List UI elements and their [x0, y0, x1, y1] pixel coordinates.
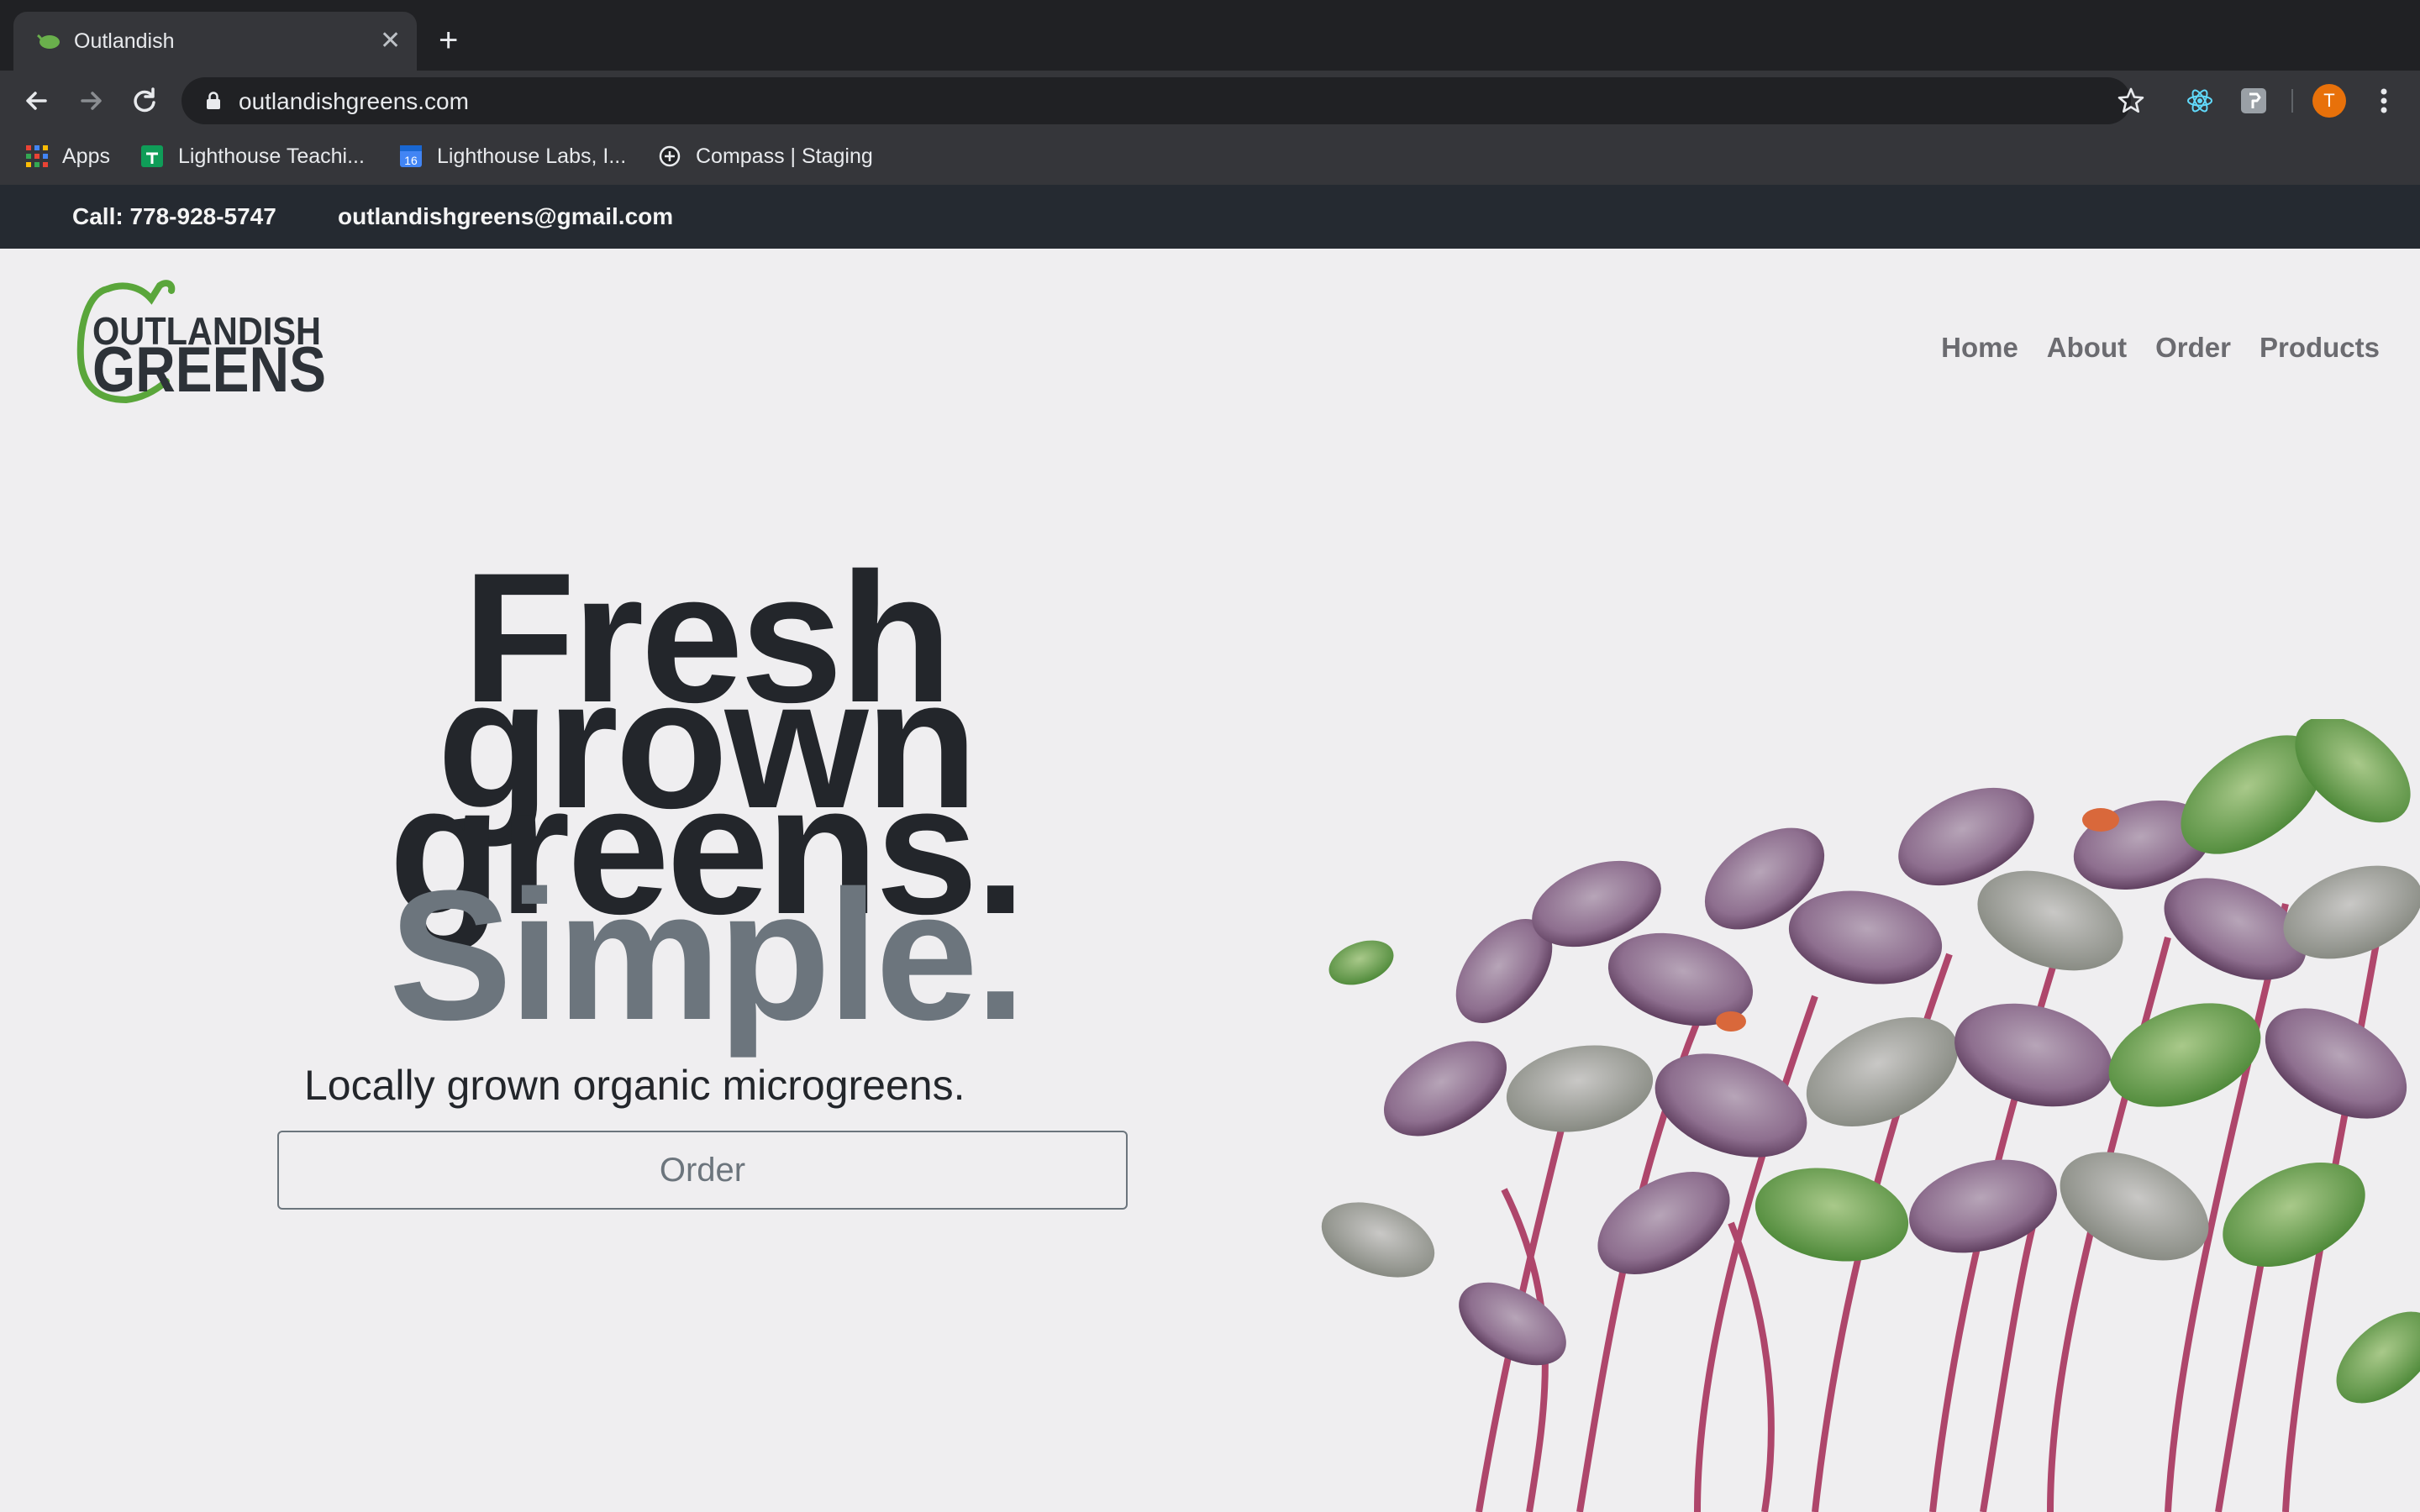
extension-icon[interactable]	[2238, 86, 2269, 116]
contact-bar: Call: 778-928-5747 outlandishgreens@gmai…	[0, 185, 2420, 249]
back-arrow-icon[interactable]	[20, 84, 54, 118]
new-tab-button[interactable]: +	[439, 24, 458, 57]
bookmark-label: Lighthouse Teachi...	[178, 144, 365, 168]
bookmark-label: Compass | Staging	[696, 144, 873, 168]
email-link[interactable]: outlandishgreens@gmail.com	[338, 203, 673, 230]
order-button[interactable]: Order	[277, 1131, 1128, 1210]
forward-arrow-icon[interactable]	[74, 84, 108, 118]
nav-order[interactable]: Order	[2155, 331, 2231, 365]
browser-toolbar: outlandishgreens.com T	[0, 71, 2420, 131]
bookmark-lighthouse-teaching[interactable]: Lighthouse Teachi...	[139, 139, 365, 173]
logo-line-2: GREENS	[92, 334, 326, 406]
nav-products[interactable]: Products	[2260, 331, 2380, 365]
bookmark-apps[interactable]: Apps	[25, 139, 110, 173]
calendar-day: 16	[404, 154, 418, 167]
react-devtools-icon[interactable]	[2185, 86, 2215, 116]
nav-home[interactable]: Home	[1941, 331, 2018, 365]
toolbar-separator	[2291, 89, 2293, 113]
bookmark-label: Apps	[62, 144, 110, 168]
browser-tab[interactable]: Outlandish ✕	[13, 12, 417, 71]
phone-link[interactable]: Call: 778-928-5747	[72, 203, 276, 230]
calendar-icon: 16	[400, 145, 422, 167]
bookmarks-bar: Apps Lighthouse Teachi... 16 Lighthouse …	[0, 131, 2420, 185]
page-content: OUTLANDISH GREENS Home About Order Produ…	[0, 249, 2420, 1512]
address-bar[interactable]: outlandishgreens.com	[182, 77, 2131, 124]
more-menu-icon[interactable]	[2371, 84, 2396, 118]
bookmark-label: Lighthouse Labs, I...	[437, 144, 627, 168]
bookmark-compass-staging[interactable]: Compass | Staging	[657, 139, 873, 173]
apps-grid-icon	[26, 145, 48, 167]
profile-avatar[interactable]: T	[2312, 84, 2346, 118]
main-nav: Home About Order Products	[1941, 331, 2380, 365]
lock-icon	[207, 92, 220, 109]
bookmark-lighthouse-labs[interactable]: 16 Lighthouse Labs, I...	[398, 139, 626, 173]
tab-close-icon[interactable]: ✕	[380, 27, 401, 55]
tab-title: Outlandish	[74, 29, 175, 53]
sheets-icon	[141, 145, 163, 167]
hero-tagline: Locally grown organic microgreens.	[304, 1062, 965, 1109]
nav-about[interactable]: About	[2047, 331, 2127, 365]
microgreens-image	[1321, 719, 2420, 1512]
url-text: outlandishgreens.com	[239, 88, 469, 114]
browser-tabstrip: Outlandish ✕ +	[0, 0, 2420, 71]
headline-line-4: Simple.	[388, 852, 1026, 1058]
hero-headline: Fresh grown greens. Simple.	[286, 545, 1126, 1058]
compass-icon	[659, 145, 681, 167]
reload-icon[interactable]	[128, 84, 161, 118]
outlandish-greens-logo[interactable]: OUTLANDISH GREENS	[74, 274, 334, 408]
bookmark-star-icon[interactable]	[2116, 86, 2146, 116]
leaf-favicon-icon	[37, 34, 60, 49]
